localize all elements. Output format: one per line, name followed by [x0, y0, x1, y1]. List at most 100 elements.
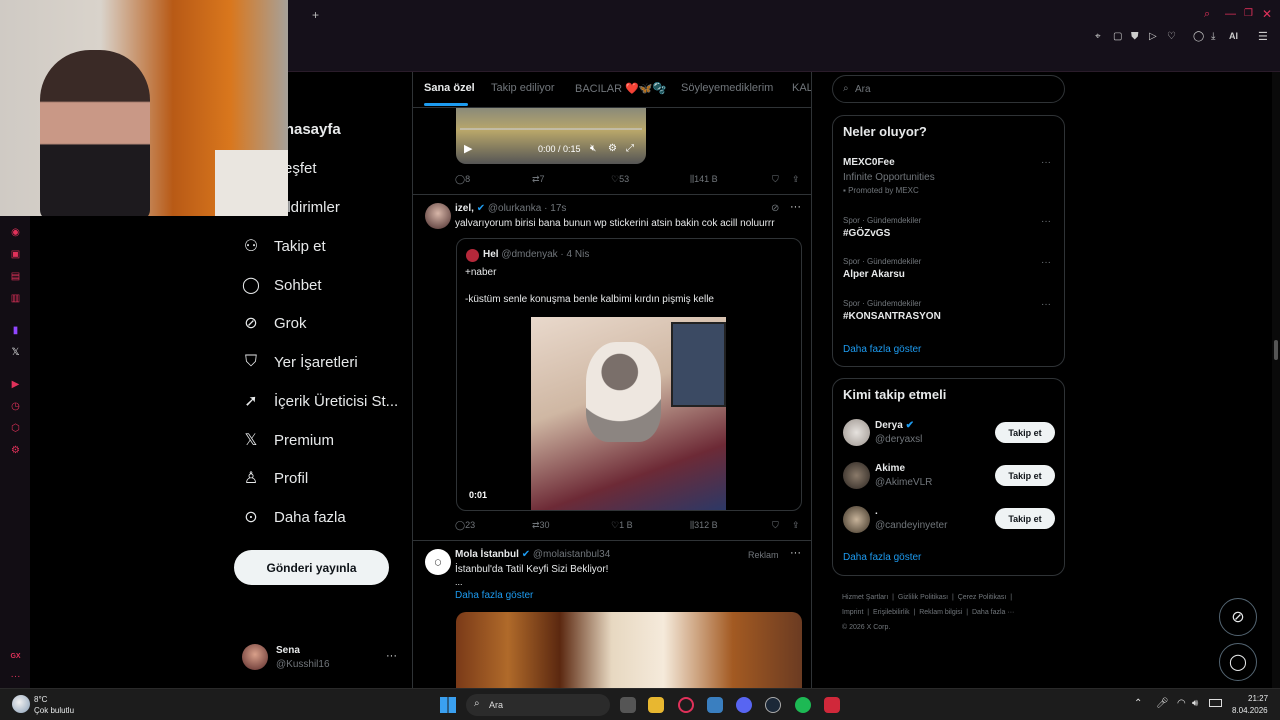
windows-start-icon[interactable] [440, 697, 456, 713]
author-name[interactable]: izel, [455, 203, 474, 214]
new-tab-icon[interactable]: + [312, 8, 319, 22]
nav-premium[interactable]: 𝕏 Premium [242, 425, 334, 455]
trend-item[interactable]: MEXC0Fee Infinite Opportunities ▪ Promot… [843, 157, 1055, 201]
quote-tweet[interactable]: Hel @dmdenyak · 4 Nis +naber -küstüm sen… [456, 238, 802, 511]
follow-user-name[interactable]: Akime [875, 463, 905, 474]
ai-button[interactable]: AI [1229, 31, 1238, 41]
post-more-icon[interactable]: ··· [790, 201, 801, 213]
like-button[interactable]: ♡ 1 B [611, 520, 690, 531]
scrollbar-thumb[interactable] [1274, 340, 1278, 360]
follow-button[interactable]: Takip et [995, 508, 1055, 529]
more-icon[interactable]: ··· [9, 670, 22, 683]
close-window-icon[interactable]: ✕ [1262, 7, 1272, 21]
messages-float-button[interactable]: ◯ [1219, 643, 1257, 681]
file-explorer-icon[interactable] [648, 697, 664, 713]
nav-follow[interactable]: ⚇ Takip et [242, 231, 326, 261]
nav-bookmarks[interactable]: ⛉ Yer İşaretleri [242, 347, 358, 377]
scrollbar[interactable] [1272, 72, 1280, 688]
video-progress-track[interactable] [460, 128, 642, 130]
views-button[interactable]: ⫼ 312 B [690, 520, 772, 531]
play-icon[interactable]: ▶ [464, 142, 472, 155]
grok-icon[interactable]: ⊘ [771, 203, 779, 214]
follow-show-more[interactable]: Daha fazla göster [843, 552, 921, 563]
trend-item[interactable]: Spor · Gündemdekiler #KONSANTRASYON ··· [843, 299, 1055, 327]
views-button[interactable]: ⫼ 141 B [690, 174, 772, 185]
tab-list-kal[interactable]: KAL [792, 82, 811, 94]
tab-list-soyleyemediklerim[interactable]: Söyleyemediklerim [681, 82, 773, 94]
pin-icon[interactable]: ⌖ [1095, 31, 1101, 42]
nav-grok[interactable]: ⊘ Grok [242, 308, 306, 338]
follow-button[interactable]: Takip et [995, 422, 1055, 443]
like-button[interactable]: ♡ 53 [611, 174, 690, 185]
trend-more-icon[interactable]: ··· [1041, 257, 1051, 268]
menu-icon[interactable]: ☰ [1258, 30, 1268, 43]
mute-icon[interactable]: 🔇︎ [590, 143, 596, 154]
extensions-icon[interactable]: ⬡ [9, 422, 22, 435]
post-button[interactable]: Gönderi yayınla [234, 550, 389, 585]
tab-list-bacilar[interactable]: BACILAR ❤️🦋🫧 [575, 82, 666, 95]
discord-icon[interactable] [736, 697, 752, 713]
weather-icon[interactable] [12, 695, 30, 713]
nav-creator-studio[interactable]: ➚ İçerik Üreticisi St... [242, 386, 398, 416]
follow-user-name[interactable]: Derya ✔ [875, 420, 914, 431]
heart-icon[interactable]: ♡ [1167, 31, 1176, 42]
grok-float-button[interactable]: ⊘ [1219, 598, 1257, 636]
microphone-icon[interactable]: 🎤︎ [1156, 698, 1169, 709]
wifi-icon[interactable]: ◠ [1177, 698, 1186, 709]
trends-show-more[interactable]: Daha fazla göster [843, 344, 921, 355]
twitch-icon[interactable]: ▮ [9, 324, 22, 337]
steam-icon[interactable] [765, 697, 781, 713]
follow-button[interactable]: Takip et [995, 465, 1055, 486]
clock-date[interactable]: 8.04.2026 [1232, 706, 1268, 715]
footer-link[interactable]: Hizmet Şartları [842, 594, 888, 601]
fullscreen-icon[interactable]: ⤢ [626, 143, 634, 154]
tab-following[interactable]: Takip ediliyor [491, 82, 555, 94]
clock-time[interactable]: 21:27 [1248, 694, 1268, 703]
author-name[interactable]: Mola İstanbul [455, 549, 519, 560]
task-view-icon[interactable] [620, 697, 636, 713]
download-icon[interactable]: ⤓ [1211, 31, 1215, 42]
search-icon[interactable]: ⌕ [1204, 8, 1210, 21]
trend-more-icon[interactable]: ··· [1041, 216, 1051, 227]
shield-icon[interactable]: ⛊ [1131, 31, 1139, 42]
volume-icon[interactable]: 🔊︎ [1192, 698, 1198, 709]
maximize-icon[interactable]: ❐ [1244, 8, 1253, 19]
repost-button[interactable]: ⇄ 7 [532, 174, 611, 185]
opera-gx-icon[interactable] [678, 697, 694, 713]
bookmark-icon[interactable]: ⛉ [772, 520, 792, 531]
minimize-icon[interactable]: — [1225, 8, 1236, 20]
player-icon[interactable]: ▶ [9, 378, 22, 391]
footer-link[interactable]: Imprint [842, 609, 863, 616]
gx-control-icon[interactable]: ▣ [9, 248, 22, 261]
spotify-icon[interactable] [795, 697, 811, 713]
footer-link[interactable]: Çerez Politikası [958, 594, 1007, 601]
share-icon[interactable]: ⇪ [792, 520, 800, 531]
avatar[interactable] [843, 506, 870, 533]
avatar[interactable] [843, 462, 870, 489]
play-icon[interactable]: ▷ [1149, 31, 1157, 42]
battery-icon[interactable] [1209, 699, 1222, 707]
nav-profile[interactable]: ♙ Profil [242, 463, 308, 493]
avatar[interactable] [425, 203, 451, 229]
quote-video[interactable] [531, 317, 726, 510]
settings-icon[interactable]: ⚙ [608, 143, 617, 154]
post-more-icon[interactable]: ··· [790, 547, 801, 559]
follow-user-name[interactable]: . [875, 506, 878, 517]
trend-more-icon[interactable]: ··· [1041, 157, 1051, 168]
repost-button[interactable]: ⇄ 30 [532, 520, 611, 531]
app-icon[interactable] [707, 697, 723, 713]
footer-link[interactable]: Reklam bilgisi [919, 609, 962, 616]
ad-image[interactable] [456, 612, 802, 688]
video-player[interactable]: ▶ 0:00 / 0:15 🔇︎ ⚙ ⤢ [456, 108, 646, 164]
author-handle[interactable]: @olurkanka [488, 203, 542, 214]
history-icon[interactable]: ◷ [9, 400, 22, 413]
trend-item[interactable]: Spor · Gündemdekiler #GÖZvGS ··· [843, 216, 1055, 244]
author-handle[interactable]: @molaistanbul34 [533, 549, 610, 560]
speed-dial-icon[interactable]: ◉ [9, 226, 22, 239]
nav-chat[interactable]: ◯ Sohbet [242, 270, 322, 300]
tray-chevron-icon[interactable]: ⌃ [1134, 698, 1142, 709]
x-icon[interactable]: 𝕏 [9, 346, 22, 359]
show-more-link[interactable]: Daha fazla göster [455, 590, 533, 601]
app-red-icon[interactable] [824, 697, 840, 713]
trend-item[interactable]: Spor · Gündemdekiler Alper Akarsu ··· [843, 257, 1055, 285]
